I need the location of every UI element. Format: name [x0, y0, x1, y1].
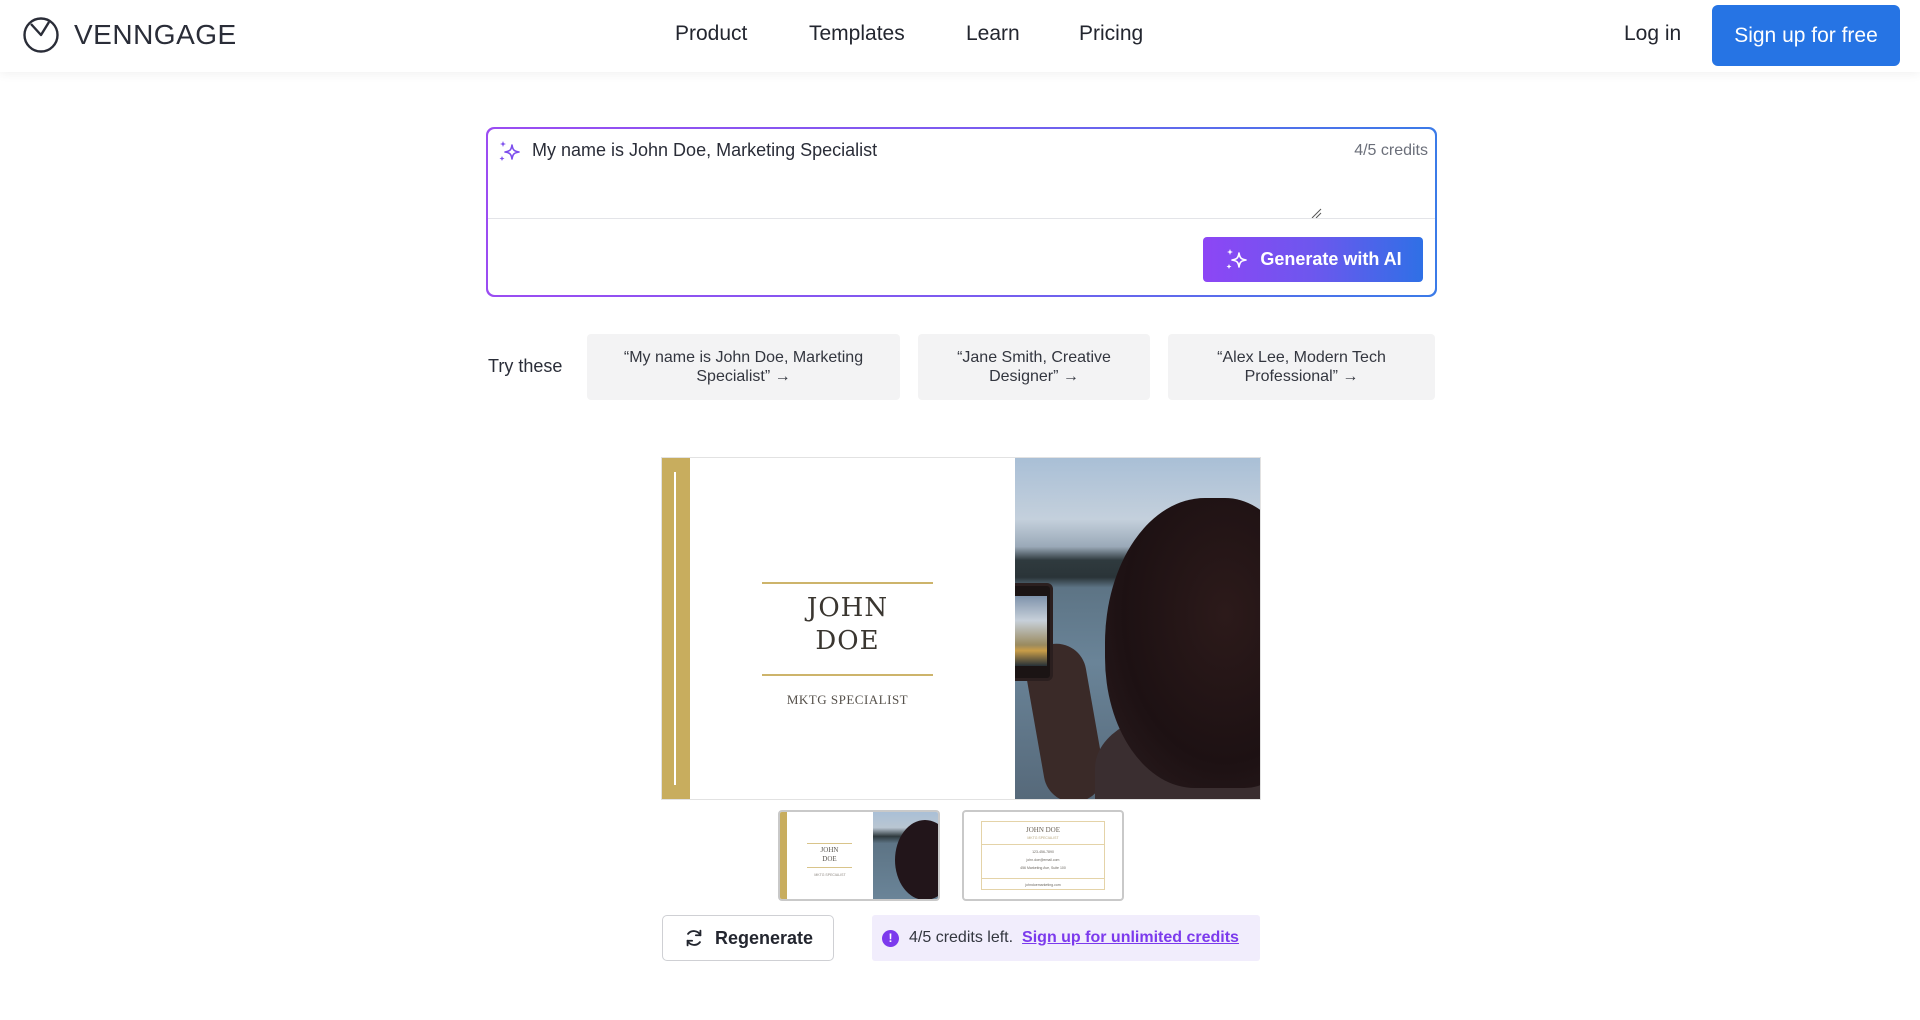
sparkle-icon: [499, 141, 520, 161]
regenerate-label: Regenerate: [714, 927, 814, 948]
signup-button[interactable]: Sign up for free: [1712, 5, 1900, 66]
refresh-icon: [686, 929, 702, 947]
business-card-preview: JOHN DOE MKTG SPECIALIST: [661, 457, 1261, 800]
logo-text: VENNGAGE: [74, 19, 237, 50]
alert-icon: !: [882, 929, 899, 947]
generate-with-ai-button[interactable]: Generate with AI: [1203, 237, 1423, 282]
signup-unlimited-link[interactable]: Sign up for unlimited credits: [1022, 929, 1239, 947]
suggestion-chip[interactable]: “Jane Smith, Creative Designer” →: [918, 334, 1150, 400]
suggestion-chip[interactable]: “Alex Lee, Modern Tech Professional” →: [1168, 334, 1435, 400]
thumb-email: john.doe@email.com: [1026, 858, 1060, 862]
gold-accent-strip: [662, 458, 690, 799]
card-job-title: MKTG SPECIALIST: [786, 692, 909, 707]
nav-pricing[interactable]: Pricing: [1079, 22, 1143, 46]
credits-left-text: 4/5 credits left.: [909, 929, 1014, 946]
nav-templates[interactable]: Templates: [809, 22, 905, 46]
prompt-divider: [488, 218, 1435, 219]
credits-counter: 4/5 credits: [1354, 142, 1428, 159]
thumb-name-line2: DOE: [822, 855, 837, 863]
login-link[interactable]: Log in: [1624, 22, 1681, 46]
regenerate-button[interactable]: Regenerate: [662, 915, 834, 961]
thumb-title: MKTG SPECIALIST: [1027, 836, 1059, 840]
try-these-label: Try these: [488, 356, 563, 376]
top-navigation: VENNGAGE Product Templates Learn Pricing…: [0, 0, 1920, 72]
thumb-name: JOHN DOE: [1025, 826, 1061, 834]
credits-banner: ! 4/5 credits left. Sign up for unlimite…: [872, 915, 1260, 961]
generate-label: Generate with AI: [1260, 249, 1402, 269]
venngage-logo-icon: [23, 17, 59, 53]
thumb-phone: 123-456-7890: [1032, 850, 1054, 854]
ai-prompt-box: 4/5 credits Generate with AI: [486, 127, 1437, 297]
suggestion-chip[interactable]: “My name is John Doe, Marketing Speciali…: [587, 334, 900, 400]
card-name-line2: DOE: [815, 626, 880, 656]
prompt-input[interactable]: [532, 140, 1312, 161]
card-photo: [1015, 458, 1260, 799]
thumb-website: johndoemarketing.com: [1025, 883, 1061, 887]
card-name-line1: JOHN: [806, 593, 889, 623]
thumb-title: MKTG SPECIALIST: [814, 873, 846, 877]
design-thumbnail-1[interactable]: JOHN DOE MKTG SPECIALIST: [778, 810, 940, 901]
thumb-address: 456 Marketing Ave, Suite 100: [1020, 866, 1066, 870]
nav-learn[interactable]: Learn: [966, 22, 1020, 46]
venngage-logo[interactable]: VENNGAGE: [22, 16, 237, 54]
gold-divider: [762, 674, 933, 676]
nav-product[interactable]: Product: [675, 22, 747, 46]
design-thumbnail-2[interactable]: JOHN DOE MKTG SPECIALIST 123-456-7890 jo…: [962, 810, 1124, 901]
sparkle-icon: [1226, 248, 1248, 269]
thumb-name-line1: JOHN: [820, 846, 839, 854]
gold-divider: [762, 582, 933, 584]
